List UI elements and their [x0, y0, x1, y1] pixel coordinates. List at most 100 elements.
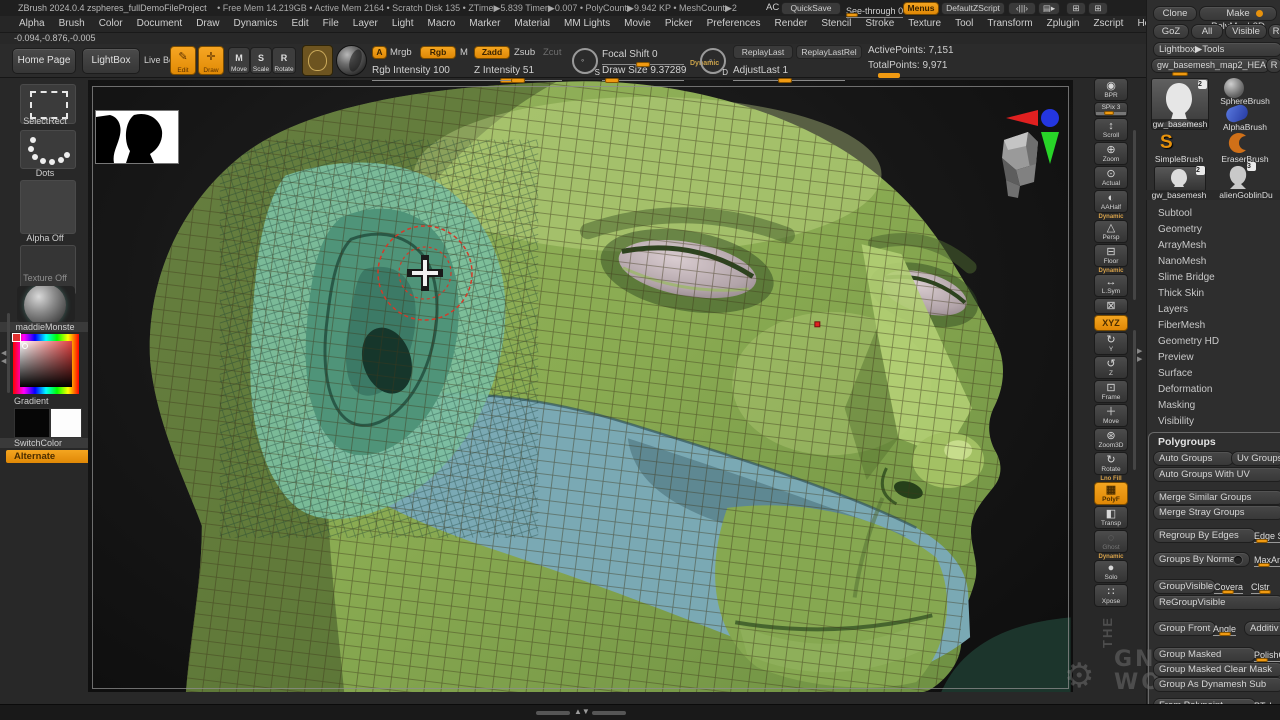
left-tray-handle[interactable]: ◀◀ [1, 350, 6, 366]
layer-bar-icon[interactable]: ▤▸ [1038, 2, 1060, 15]
m-button[interactable]: M [460, 47, 468, 58]
shelf-local-symmetry-button[interactable]: ↔L.Sym [1094, 274, 1128, 297]
groupvisible-button[interactable]: GroupVisible [1153, 579, 1216, 594]
shelf-aahalf-button[interactable]: ◐AAHalf [1094, 190, 1128, 213]
main-color-swatch[interactable] [14, 408, 50, 438]
shelf-xpose-button[interactable]: ∷Xpose [1094, 584, 1128, 607]
color-a-button[interactable]: A [372, 46, 387, 59]
menu-transform[interactable]: Transform [980, 16, 1039, 32]
polygroups-header[interactable]: Polygroups [1158, 436, 1216, 448]
shelf-y-button[interactable]: ↻Y [1094, 332, 1128, 355]
shelf-scroll-button[interactable]: ↕Scroll [1094, 118, 1128, 141]
menu-layer[interactable]: Layer [346, 16, 385, 32]
edit-button[interactable]: ✎ Edit [170, 46, 196, 75]
home-page-button[interactable]: Home Page [12, 48, 76, 74]
menu-color[interactable]: Color [92, 16, 130, 32]
groups-by-normals-dot[interactable] [1233, 555, 1243, 565]
z-intensity-slider[interactable]: Z Intensity 51 [474, 60, 562, 81]
shelf-slider-handle[interactable] [878, 73, 900, 78]
camera-orientation-gizmo[interactable] [986, 102, 1072, 202]
palette-section-arraymesh[interactable]: ArrayMesh [1146, 238, 1280, 254]
additive-button[interactable]: Additiv [1244, 621, 1280, 636]
clone-button[interactable]: Clone [1153, 6, 1197, 21]
rotate-button[interactable]: R Rotate [272, 47, 296, 74]
regroup-by-edges-button[interactable]: Regroup By Edges [1153, 528, 1256, 543]
auto-groups-button[interactable]: Auto Groups [1153, 451, 1234, 466]
palette-section-preview[interactable]: Preview [1146, 350, 1280, 366]
palette-section-fibermesh[interactable]: FiberMesh [1146, 318, 1280, 334]
see-through-slider[interactable]: See-through 0 [846, 1, 903, 19]
document-canvas[interactable] [88, 80, 1073, 692]
material-thumbnail[interactable] [336, 45, 367, 76]
silhouette-preview[interactable] [95, 110, 179, 164]
make-polymesh3d-button[interactable]: Make PolyMesh3D [1199, 6, 1277, 21]
bottom-tray-bar-left[interactable] [536, 711, 570, 715]
bottom-tray-handle[interactable]: ▲▼ [574, 707, 590, 716]
palette-section-visibility[interactable]: Visibility [1146, 414, 1280, 430]
palette-section-thick-skin[interactable]: Thick Skin [1146, 286, 1280, 302]
timeline-scrub-icon[interactable]: ‹|||› [1008, 2, 1036, 15]
default-zscript-button[interactable]: DefaultZScript [941, 2, 1005, 15]
tool-thumb-spherebrush[interactable] [1224, 78, 1248, 98]
shelf-frame-button[interactable]: ⊡Frame [1094, 380, 1128, 403]
menu-document[interactable]: Document [130, 16, 190, 32]
polishc-slider[interactable]: PolishC [1254, 645, 1280, 663]
quicksave-button[interactable]: QuickSave [781, 2, 841, 15]
menu-preferences[interactable]: Preferences [700, 16, 768, 32]
goz-r-button[interactable]: R [1268, 24, 1280, 39]
shelf-lock-camera-button[interactable]: ⊠ [1094, 298, 1128, 314]
goz-all-button[interactable]: All [1191, 24, 1223, 39]
regroupvisible-button[interactable]: ReGroupVisible [1153, 595, 1280, 610]
menu-file[interactable]: File [316, 16, 346, 32]
draw-size-handle[interactable] [605, 78, 619, 83]
shelf-floor-button[interactable]: ⊟Floor [1094, 244, 1128, 267]
shelf-spix-button[interactable]: SPix 3 [1094, 102, 1128, 117]
right-shelf-scrollbar-2[interactable] [1133, 330, 1136, 470]
adjust-last-handle[interactable] [778, 78, 792, 83]
active-tool-slider-handle[interactable] [1172, 72, 1188, 76]
menu-zscript[interactable]: Zscript [1086, 16, 1130, 32]
shelf-bpr-button[interactable]: ◉BPR [1094, 78, 1128, 101]
move-button[interactable]: M Move [228, 47, 250, 74]
shelf-transparency-button[interactable]: ◧Transp [1094, 506, 1128, 529]
shelf-zoom-button[interactable]: ⊕Zoom [1094, 142, 1128, 165]
menu-tool[interactable]: Tool [948, 16, 980, 32]
menu-mm-lights[interactable]: MM Lights [557, 16, 617, 32]
tool-thumb-gw-basemesh-2[interactable]: 2 [1154, 166, 1206, 192]
palette-section-slime-bridge[interactable]: Slime Bridge [1146, 270, 1280, 286]
stroke-thumbnail[interactable] [302, 45, 333, 76]
covera-slider[interactable]: Covera [1214, 577, 1246, 595]
edge-s-slider[interactable]: Edge S [1254, 526, 1280, 544]
menu-dynamics[interactable]: Dynamics [227, 16, 285, 32]
menu-picker[interactable]: Picker [658, 16, 700, 32]
shelf-zoom3d-button[interactable]: ⊛Zoom3D [1094, 428, 1128, 451]
menu-alpha[interactable]: Alpha [12, 16, 52, 32]
tool-thumb-gw-basemesh-large[interactable]: 2 gw_basemesh [1151, 78, 1209, 130]
cube-stack-icon-2[interactable]: ⊞ [1088, 2, 1108, 15]
auto-groups-with-uv-button[interactable]: Auto Groups With UV [1153, 467, 1280, 482]
group-as-dynamesh-sub-button[interactable]: Group As Dynamesh Sub [1153, 677, 1280, 692]
cube-stack-icon-1[interactable]: ⊞ [1066, 2, 1086, 15]
ac-label[interactable]: AC [766, 2, 779, 13]
stroke-dots-thumbnail[interactable] [20, 130, 76, 169]
angle-slider[interactable]: Angle [1213, 619, 1241, 637]
menus-button[interactable]: Menus [903, 2, 939, 15]
palette-section-layers[interactable]: Layers [1146, 302, 1280, 318]
palette-section-masking[interactable]: Masking [1146, 398, 1280, 414]
goz-button[interactable]: GoZ [1153, 24, 1189, 39]
menu-material[interactable]: Material [507, 16, 557, 32]
clstr-slider[interactable]: Clstr [1251, 577, 1279, 595]
simplebrush-s-icon[interactable]: S [1160, 132, 1184, 154]
palette-section-subtool[interactable]: Subtool [1146, 206, 1280, 222]
lightbox-tools-button[interactable]: Lightbox▶Tools [1153, 42, 1280, 57]
palette-section-geometry[interactable]: Geometry [1146, 222, 1280, 238]
shelf-persp-button[interactable]: △Persp [1094, 220, 1128, 243]
palette-section-deformation[interactable]: Deformation [1146, 382, 1280, 398]
adjust-last-slider[interactable]: AdjustLast 1 [733, 60, 845, 81]
zadd-button[interactable]: Zadd [474, 46, 510, 59]
material-slot-thumbnail[interactable] [17, 286, 75, 322]
shelf-xyz-button[interactable]: XYZ [1094, 315, 1128, 331]
notification-dot[interactable] [1256, 10, 1263, 17]
z-intensity-handle[interactable] [511, 78, 525, 83]
zsub-button[interactable]: Zsub [514, 47, 535, 58]
